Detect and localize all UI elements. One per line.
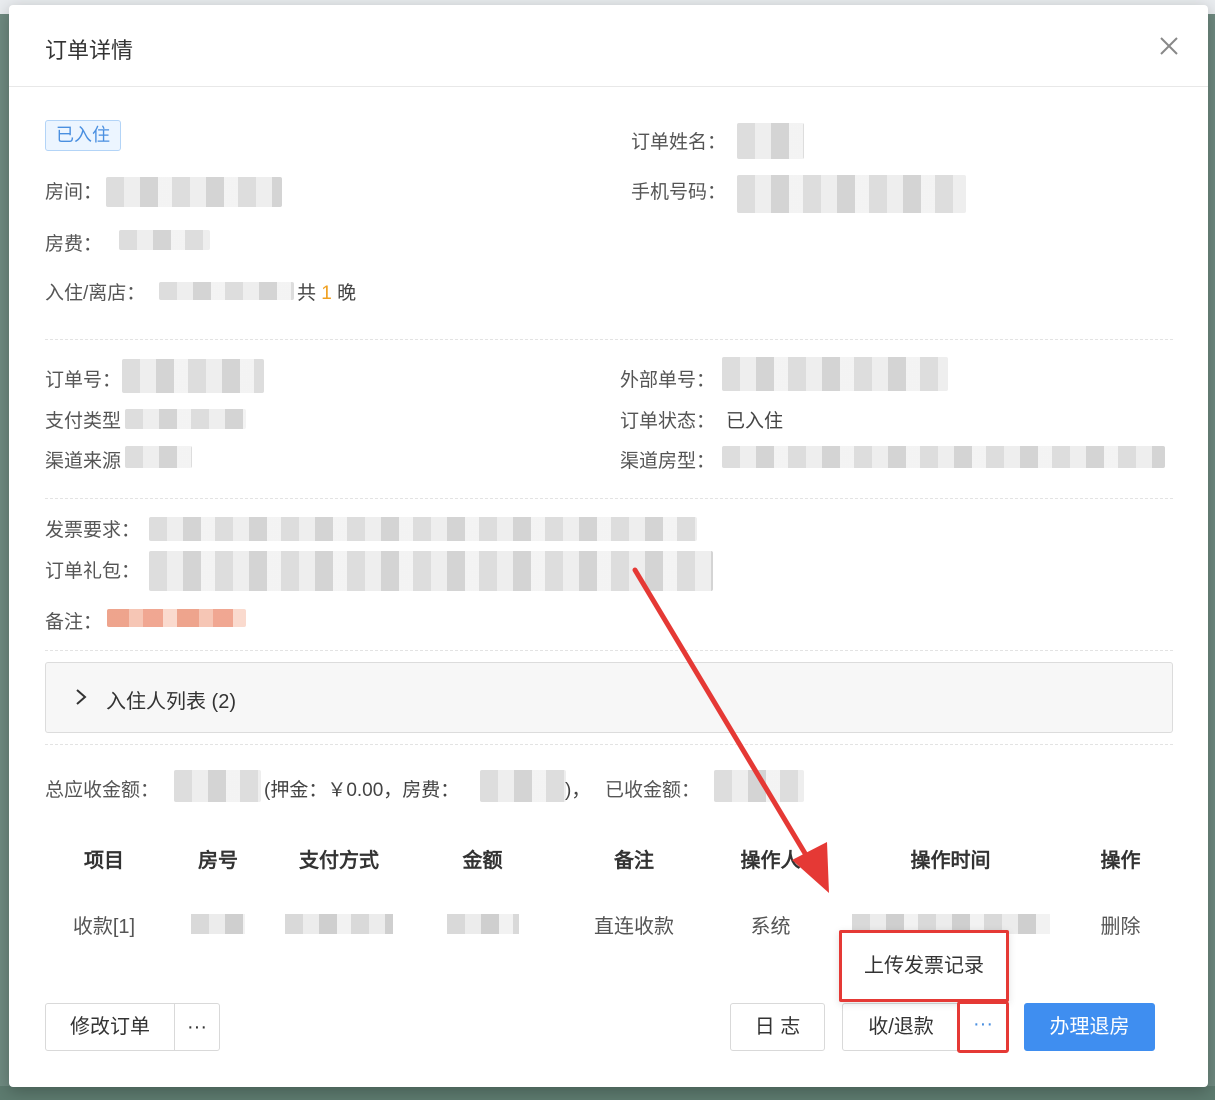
channel-room-label: 渠道房型： [620,451,716,472]
cell-room-redacted [163,893,273,955]
order-status-value: 已入住 [726,411,784,432]
invoice-value-redacted [149,517,697,541]
gift-value-redacted [149,551,713,591]
status-tag: 已入住 [45,120,121,151]
checkout-button[interactable]: 办理退房 [1024,1003,1155,1051]
col-header: 操作人 [740,849,801,872]
col-header: 支付方式 [299,849,379,872]
chevron-right-icon [76,689,87,705]
modal-title: 订单详情 [45,38,134,63]
order-detail-modal: 订单详情 已入住 订单姓名： 房间： 手机号码： 房费： 入住/离店： 共 1 … [9,5,1208,1087]
summary-detail-open: (押金：￥0.00，房费： [264,780,460,801]
divider [45,744,1173,745]
table-header-row: 项目 房号 支付方式 金额 备注 操作人 操作时间 操作 [45,823,1173,893]
guest-list-label: 入住人列表 (2) [106,691,236,713]
col-header: 操作时间 [910,849,991,872]
pay-type-value-redacted [125,409,246,429]
edit-order-button[interactable]: 修改订单 [46,1004,174,1050]
divider [45,650,1173,651]
cell-remark: 直连收款 [594,915,674,938]
pay-type-label: 支付类型 [45,411,122,432]
order-name-label: 订单姓名： [631,132,727,153]
divider [45,339,1173,340]
total-value-redacted [174,770,261,802]
edit-order-more-button[interactable]: ··· [174,1004,219,1050]
phone-value-redacted [737,175,966,213]
invoice-label: 发票要求： [45,520,141,541]
col-header: 项目 [84,849,124,872]
nights-count: 1 [321,283,332,304]
remark-label: 备注： [45,612,103,633]
order-status-label: 订单状态： [620,411,716,432]
col-header: 备注 [614,849,654,872]
checkin-value-redacted [159,282,294,300]
room-label: 房间： [45,182,103,203]
cell-pay-method-redacted [273,893,405,955]
cell-operator: 系统 [750,915,791,938]
received-value-redacted [714,770,804,802]
modal-header: 订单详情 [9,5,1208,87]
order-name-value-redacted [737,123,804,159]
order-no-label: 订单号： [45,370,122,391]
room-value-redacted [106,177,282,207]
fee-value-redacted [119,230,210,250]
upload-invoice-menu-item[interactable]: 上传发票记录 [839,930,1009,1002]
phone-label: 手机号码： [631,182,727,203]
nights-text: 共 1 晚 [297,278,356,305]
col-header: 房号 [198,849,238,872]
more-actions-button[interactable]: ··· [957,1001,1009,1053]
col-header: 金额 [462,849,503,872]
remark-value-redacted [107,609,246,627]
edit-order-group: 修改订单 ··· [45,1003,220,1051]
collect-refund-button[interactable]: 收/退款 [842,1003,960,1051]
gift-label: 订单礼包： [45,561,141,582]
cell-item: 收款[1] [72,915,136,938]
received-label: 已收金额： [605,780,701,801]
total-label: 总应收金额： [45,780,160,801]
channel-source-value-redacted [125,446,192,468]
delete-link[interactable]: 删除 [1068,893,1173,955]
channel-source-label: 渠道来源 [45,451,122,472]
fee-label: 房费： [45,234,103,255]
nights-prefix: 共 [297,283,317,304]
close-icon[interactable] [1156,33,1182,59]
room-fee-value-redacted [480,770,566,802]
guest-list-collapse[interactable]: 入住人列表 (2) [45,662,1173,733]
summary-detail-close: )， [565,780,591,801]
divider [45,498,1173,499]
external-no-label: 外部单号： [620,370,716,391]
checkin-label: 入住/离店： [45,283,146,304]
channel-room-value-redacted [722,446,1165,468]
nights-suffix: 晚 [337,283,357,304]
external-no-value-redacted [722,357,948,391]
log-button[interactable]: 日 志 [730,1003,825,1051]
order-no-value-redacted [122,359,264,393]
cell-amount-redacted [405,893,560,955]
backdrop-bottom [0,1086,1215,1100]
col-header: 操作 [1100,849,1141,872]
